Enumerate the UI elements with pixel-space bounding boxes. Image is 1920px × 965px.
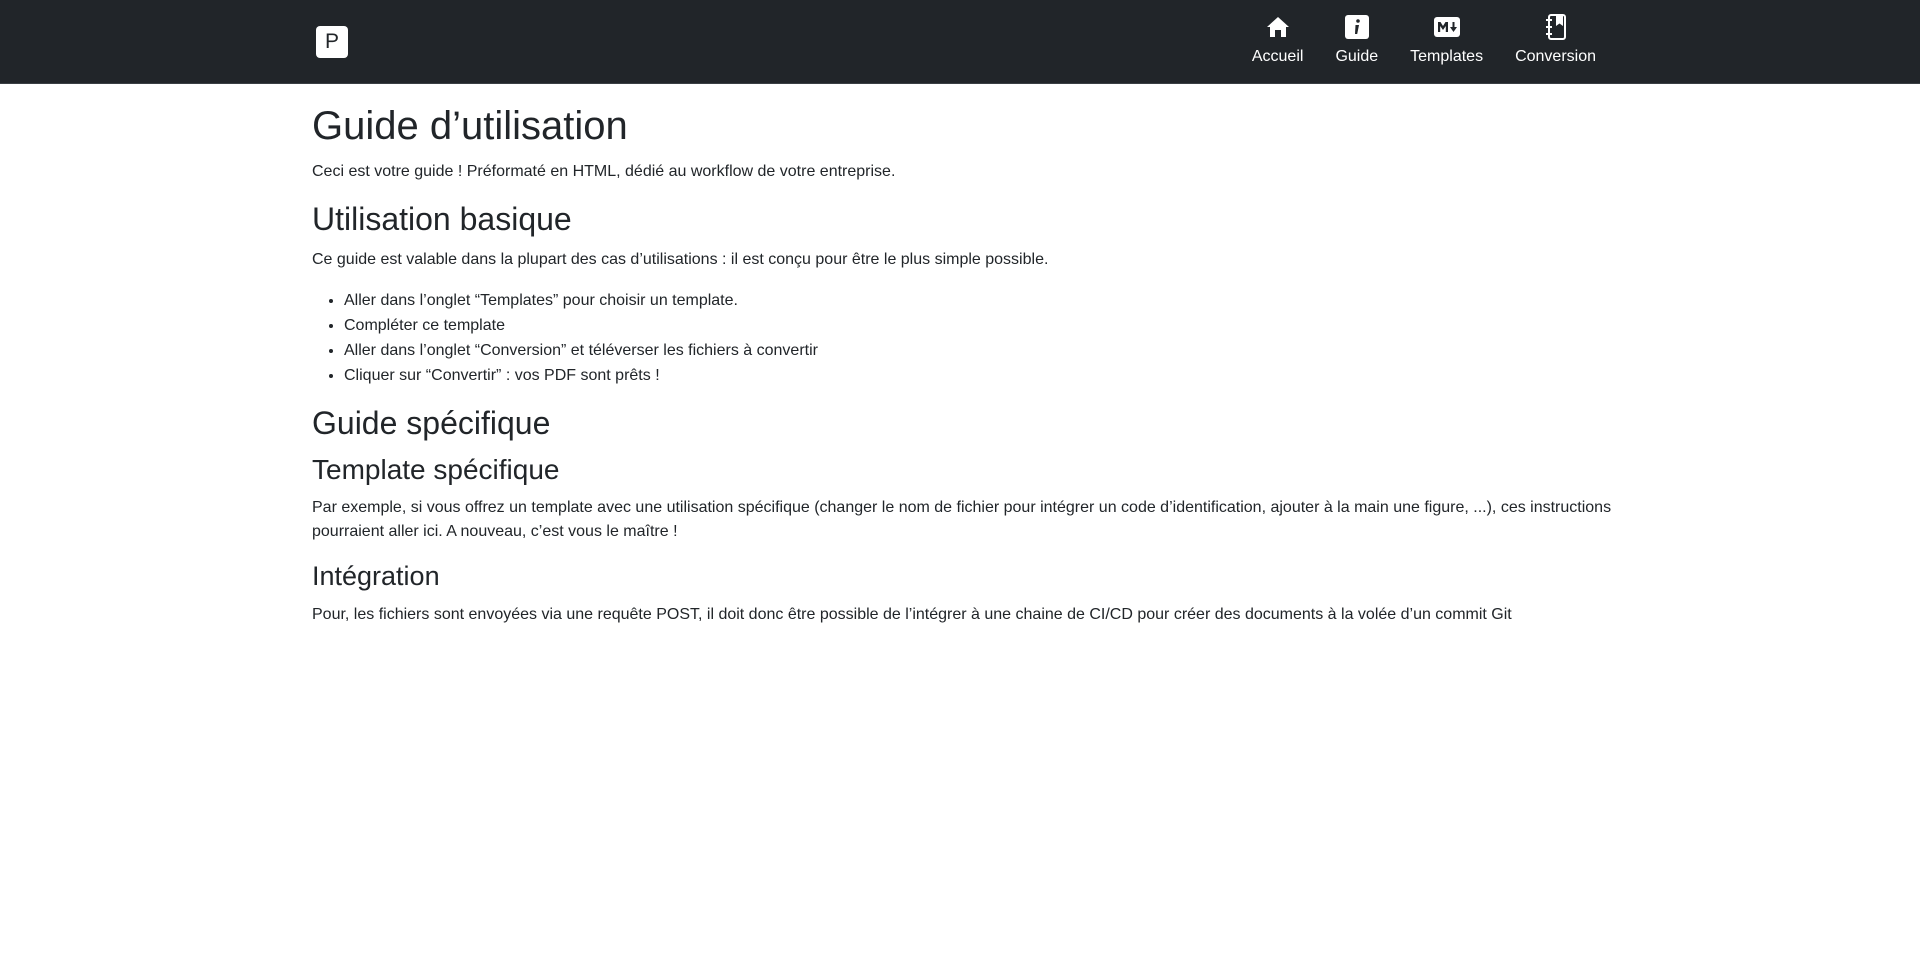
markdown-icon (1433, 14, 1460, 40)
integration-heading: Intégration (312, 561, 440, 592)
list-item: Compléter ce template (344, 313, 1612, 338)
nav-label: Conversion (1515, 48, 1596, 65)
nav-label: Guide (1335, 48, 1379, 65)
brand-logo[interactable]: P (316, 26, 348, 58)
specific-template-text: Par exemple, si vous offrez un template … (312, 499, 1612, 541)
top-navbar: P Accueil Guide Templates Conversion (0, 0, 1920, 84)
nav-item-accueil[interactable]: Accueil (1251, 14, 1304, 66)
nav-item-conversion[interactable]: Conversion (1515, 14, 1596, 66)
list-item: Cliquer sur “Convertir” : vos PDF sont p… (344, 363, 1612, 388)
specific-guide-heading: Guide spécifique (312, 405, 551, 442)
integration-text: Pour, les fichiers sont envoyées via une… (312, 605, 1512, 623)
basic-usage-heading: Utilisation basique (312, 201, 572, 237)
notebook-icon (1545, 14, 1567, 40)
basic-usage-text: Ce guide est valable dans la plupart des… (312, 251, 1049, 269)
nav-label: Templates (1410, 48, 1484, 65)
nav-item-guide[interactable]: Guide (1335, 14, 1378, 66)
intro-text: Ceci est votre guide ! Préformaté en HTM… (312, 163, 896, 180)
list-item: Aller dans l’onglet “Conversion” et télé… (344, 338, 1612, 363)
home-icon (1266, 14, 1290, 40)
main-nav: Accueil Guide Templates Conversion (1252, 14, 1596, 66)
list-item: Aller dans l’onglet “Templates” pour cho… (344, 288, 1612, 313)
main-content: Guide d’utilisation Ceci est votre guide… (312, 84, 1612, 643)
specific-template-heading: Template spécifique (312, 453, 560, 485)
page-title: Guide d’utilisation (312, 104, 628, 148)
info-icon (1344, 14, 1369, 40)
nav-item-templates[interactable]: Templates (1410, 14, 1483, 66)
steps-list: Aller dans l’onglet “Templates” pour cho… (312, 288, 1612, 388)
nav-label: Accueil (1251, 48, 1304, 65)
